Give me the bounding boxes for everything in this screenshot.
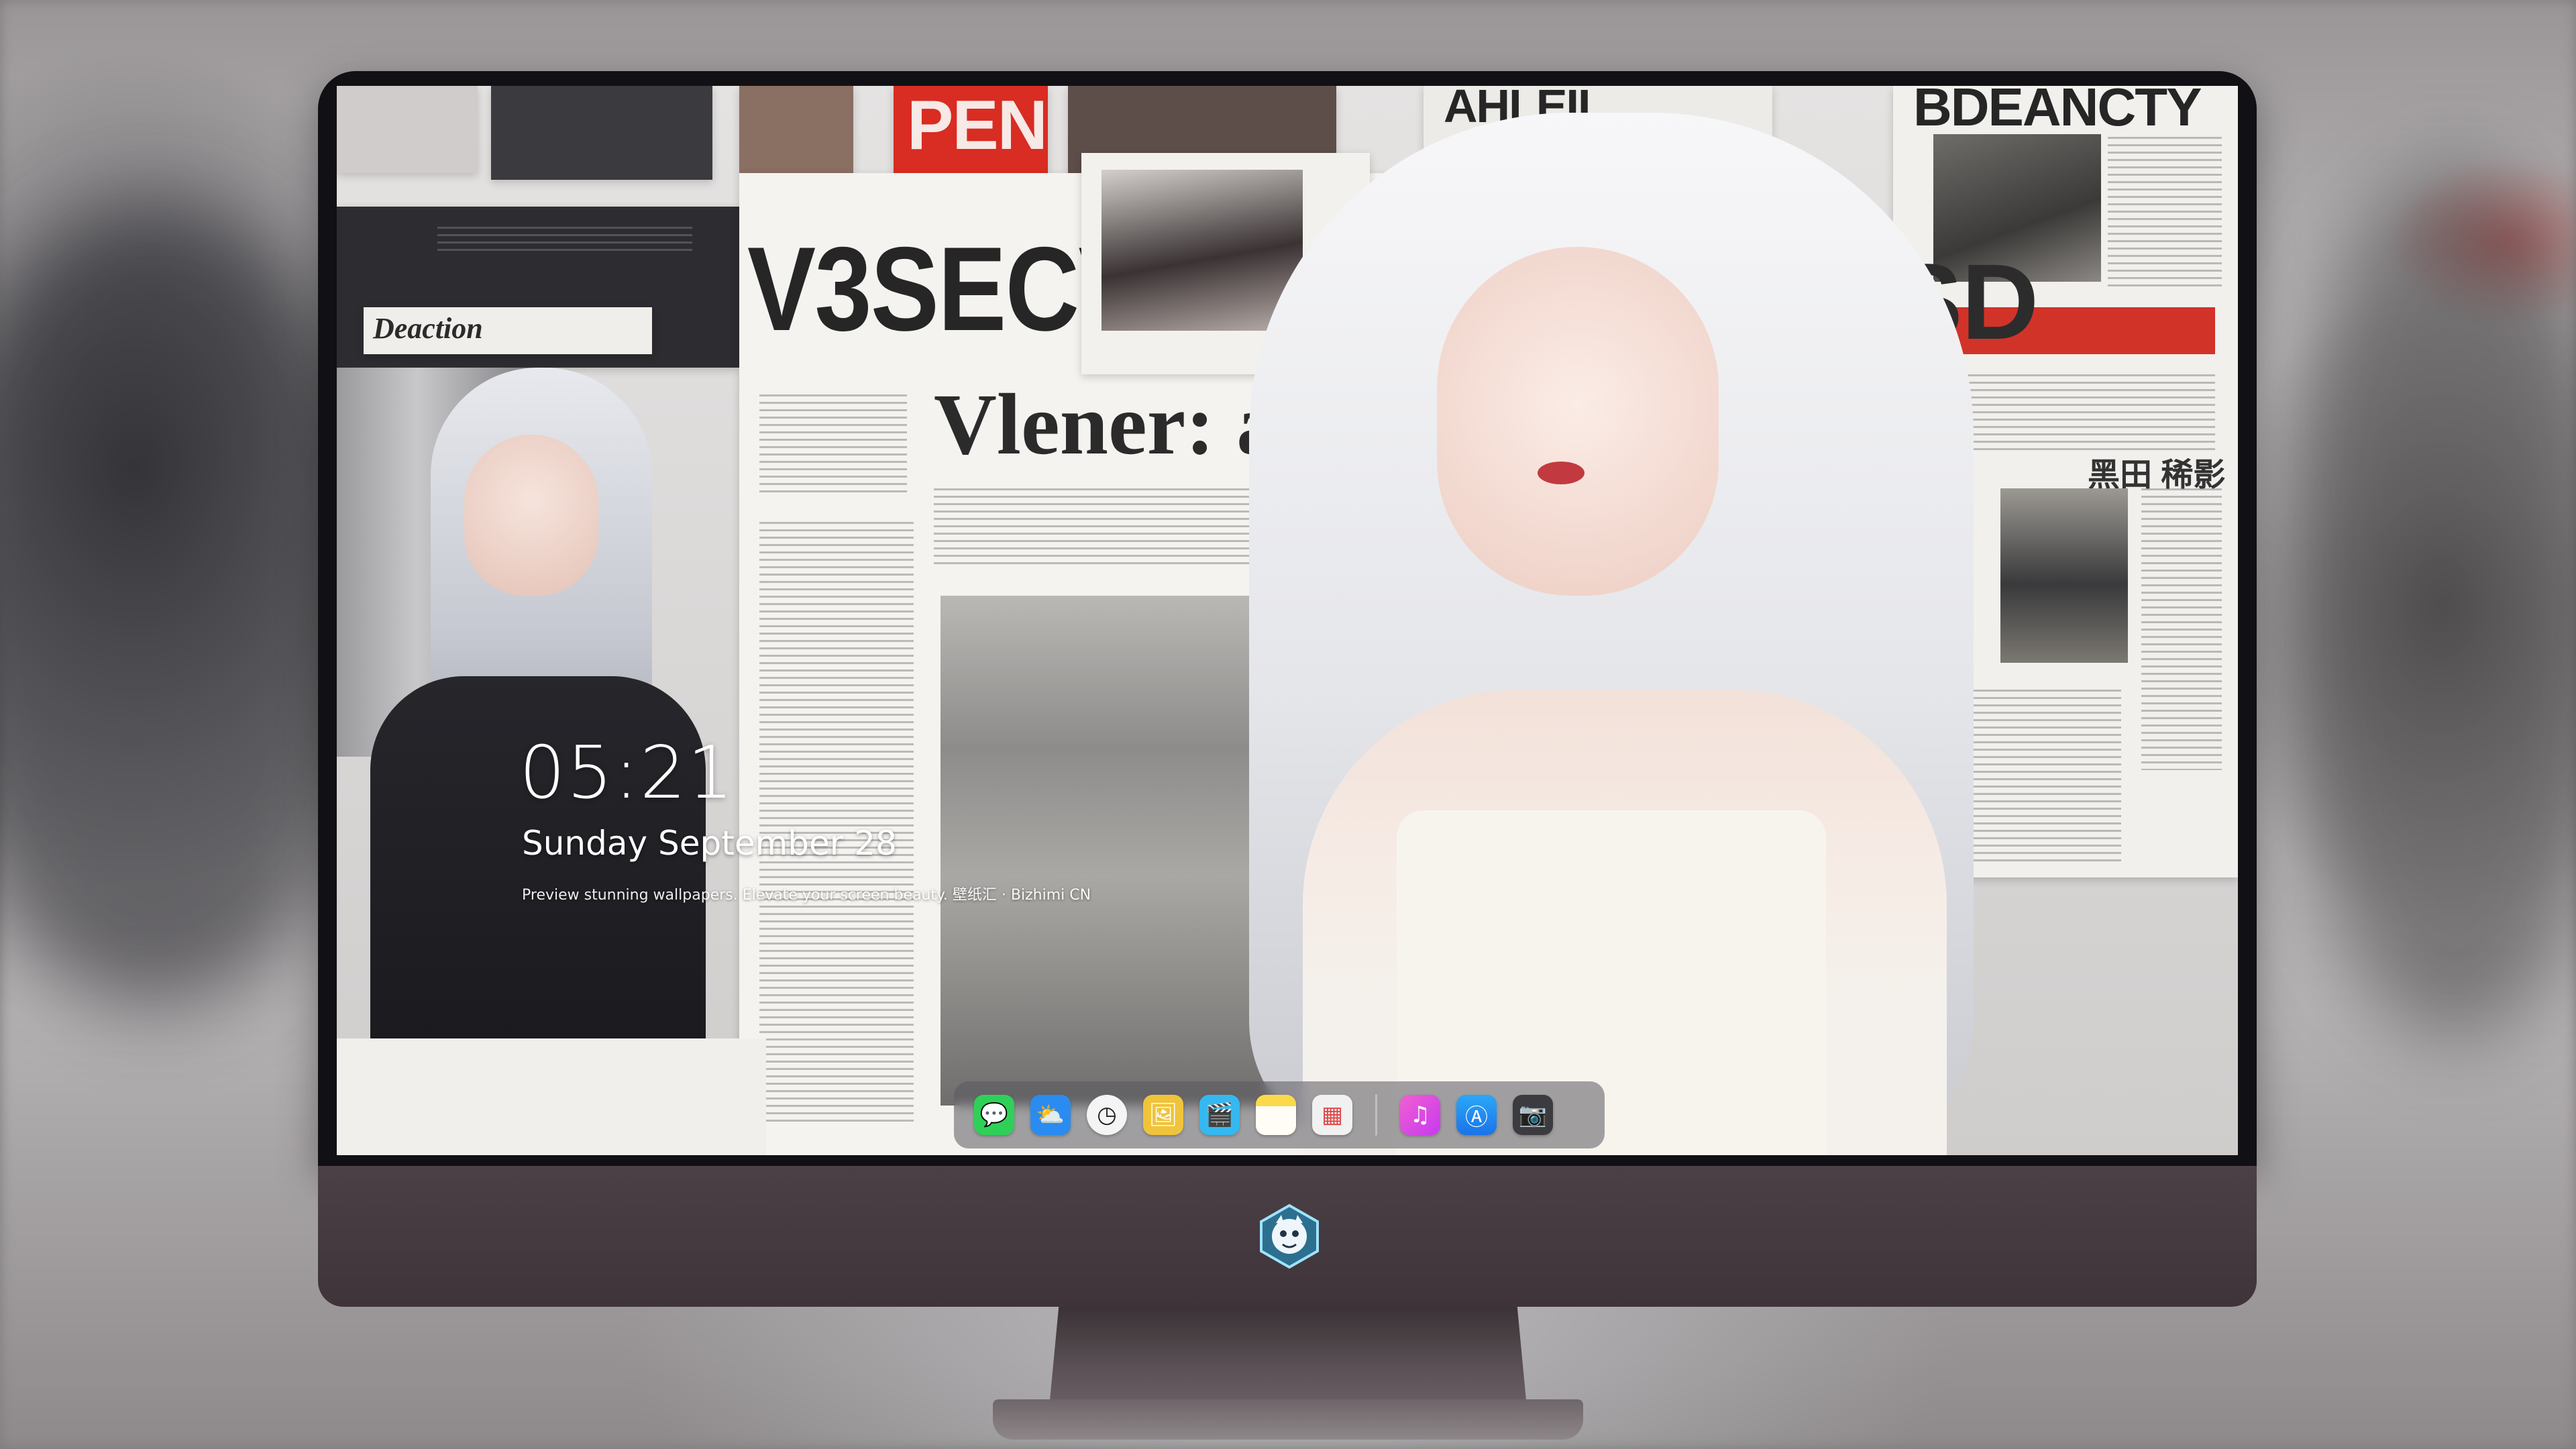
- left-dark-clipping: Deaction: [337, 207, 739, 368]
- dock-separator: [1375, 1094, 1377, 1136]
- desktop-screen: PEN AHLEII BDEANCTY 黑田 稀影 Deaction V3SEC…: [337, 86, 2238, 1155]
- app-store-icon[interactable]: Ⓐ: [1456, 1095, 1497, 1135]
- music-icon[interactable]: ♫: [1400, 1095, 1440, 1135]
- monitor-stand: [1049, 1307, 1527, 1407]
- weather-icon[interactable]: ⛅: [1030, 1095, 1071, 1135]
- lock-screen-time: 05:21: [519, 731, 735, 815]
- clock-icon[interactable]: ◷: [1087, 1095, 1127, 1135]
- messages-icon[interactable]: 💬: [974, 1095, 1014, 1135]
- preview-icon[interactable]: 🖼: [1143, 1095, 1183, 1135]
- brand-logo-icon: [1256, 1203, 1323, 1270]
- wallpaper-caption: Preview stunning wallpapers. Elevate you…: [522, 887, 1091, 904]
- camera-icon[interactable]: 📷: [1513, 1095, 1553, 1135]
- notes-icon[interactable]: [1256, 1095, 1296, 1135]
- side-caption-headline: Deaction: [373, 312, 483, 345]
- red-poster-headline: PEN: [907, 87, 1048, 164]
- photos-grid-icon[interactable]: ▦: [1312, 1095, 1352, 1135]
- lock-screen-date: Sunday September 28: [522, 824, 897, 863]
- dock: 💬 ⛅ ◷ 🖼 🎬 ▦ ♫ Ⓐ 📷: [954, 1081, 1605, 1148]
- red-poster: PEN: [894, 86, 1048, 180]
- clips-icon[interactable]: 🎬: [1199, 1095, 1240, 1135]
- monitor-stand-base: [993, 1399, 1583, 1440]
- top-right-headline: BDEANCTY: [1913, 86, 2202, 137]
